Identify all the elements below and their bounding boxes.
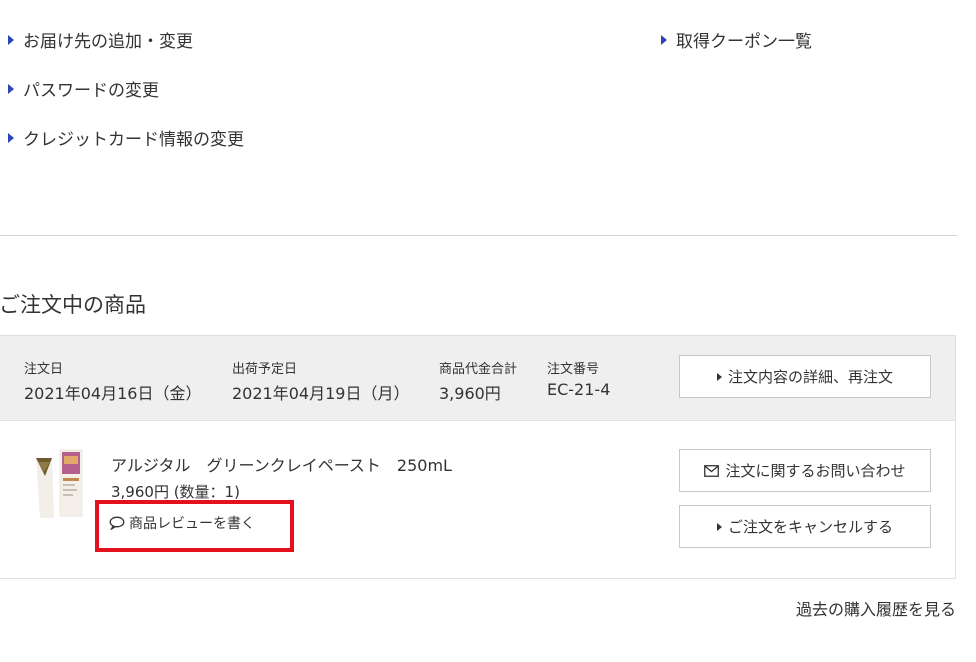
triangle-right-icon: [661, 34, 667, 45]
ship-date-value: 2021年04月19日（月）: [232, 384, 410, 403]
total-value: 3,960円: [439, 384, 501, 403]
menu-link-label: 取得クーポン一覧: [676, 32, 812, 52]
section-divider: [0, 235, 957, 236]
order-detail-button-label: 注文内容の詳細、再注文: [727, 368, 893, 386]
write-review-link-label: 商品レビューを書く: [129, 516, 255, 532]
product-image: [36, 449, 83, 518]
write-review-link[interactable]: 商品レビューを書く: [109, 513, 255, 533]
product-price-quantity: 3,960円 (数量：1): [111, 483, 240, 501]
triangle-right-icon: [8, 132, 14, 143]
order-date-value: 2021年04月16日（金）: [24, 384, 202, 403]
ship-date-label: 出荷予定日: [232, 362, 298, 377]
triangle-right-icon: [8, 34, 14, 45]
triangle-right-icon: [716, 372, 722, 381]
cancel-order-button-label: ご注文をキャンセルする: [727, 518, 893, 536]
triangle-right-icon: [716, 522, 722, 531]
order-date-label: 注文日: [24, 362, 64, 377]
menu-link-coupons[interactable]: 取得クーポン一覧: [661, 27, 812, 52]
order-number-label: 注文番号: [547, 362, 600, 377]
envelope-icon: [704, 464, 720, 477]
menu-link-delivery-address[interactable]: お届け先の追加・変更: [8, 27, 193, 52]
total-label: 商品代金合計: [439, 362, 518, 377]
purchase-history-link[interactable]: 過去の購入履歴を見る: [796, 596, 956, 620]
order-number-value: EC-21-4: [547, 380, 611, 399]
menu-link-label: お届け先の追加・変更: [23, 32, 193, 52]
menu-link-label: クレジットカード情報の変更: [23, 130, 244, 150]
order-header: 注文日 2021年04月16日（金） 出荷予定日 2021年04月19日（月） …: [0, 336, 955, 421]
product-name[interactable]: アルジタル グリーンクレイペースト 250mL: [111, 452, 452, 476]
menu-link-password[interactable]: パスワードの変更: [8, 76, 159, 101]
menu-link-credit-card[interactable]: クレジットカード情報の変更: [8, 125, 244, 150]
section-title: ご注文中の商品: [0, 293, 146, 317]
inquiry-button[interactable]: 注文に関するお問い合わせ: [679, 449, 931, 492]
menu-link-label: パスワードの変更: [23, 81, 159, 101]
inquiry-button-label: 注文に関するお問い合わせ: [725, 462, 906, 480]
cancel-order-button[interactable]: ご注文をキャンセルする: [679, 505, 931, 548]
triangle-right-icon: [8, 83, 14, 94]
speech-bubble-icon: [109, 516, 125, 530]
order-detail-button[interactable]: 注文内容の詳細、再注文: [679, 355, 931, 398]
